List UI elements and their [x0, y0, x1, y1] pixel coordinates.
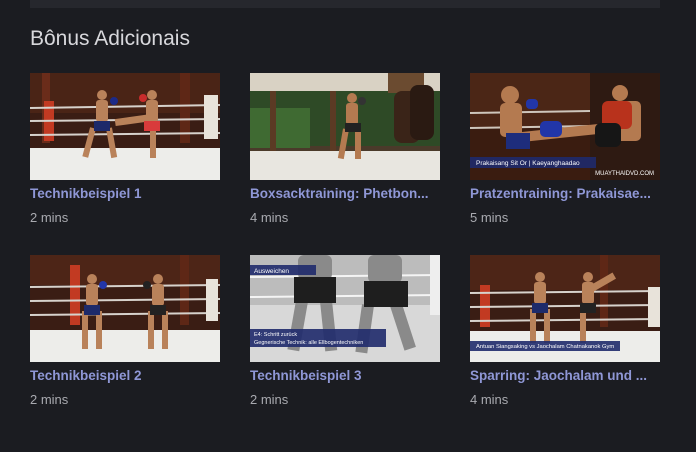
video-duration: 2 mins [30, 210, 69, 225]
caption-overlay: Antuan Siangsaking vs Jaochalam Chatnaka… [476, 344, 614, 350]
video-card[interactable]: Technikbeispiel 1 2 mins [30, 73, 220, 225]
video-thumbnail[interactable]: Ausweichen E4: Schritt zurück Gegnerisch… [250, 255, 440, 362]
thumbnail-heavy-bag [250, 73, 440, 180]
caption-line: E4: Schritt zurück [254, 332, 297, 338]
video-duration: 4 mins [250, 210, 289, 225]
section-title: Bônus Adicionais [30, 27, 190, 50]
video-thumbnail[interactable]: Prakaisang Sit Or | Kaeyanghaadao MUAYTH… [470, 73, 660, 180]
video-thumbnail[interactable] [30, 255, 220, 362]
video-thumbnail[interactable] [250, 73, 440, 180]
video-card[interactable]: Prakaisang Sit Or | Kaeyanghaadao MUAYTH… [470, 73, 660, 225]
video-card[interactable]: Antuan Siangsaking vs Jaochalam Chatnaka… [470, 255, 660, 407]
video-thumbnail[interactable]: Antuan Siangsaking vs Jaochalam Chatnaka… [470, 255, 660, 362]
video-title[interactable]: Sparring: Jaochalam und ... [470, 368, 660, 383]
video-card[interactable]: Technikbeispiel 2 2 mins [30, 255, 220, 407]
video-card[interactable]: Boxsacktraining: Phetbon... 4 mins [250, 73, 440, 225]
video-card[interactable]: Ausweichen E4: Schritt zurück Gegnerisch… [250, 255, 440, 407]
thumbnail-ring-stance [30, 255, 220, 362]
video-title[interactable]: Technikbeispiel 1 [30, 186, 220, 201]
thumbnail-ring-kick [30, 73, 220, 180]
video-duration: 5 mins [470, 210, 509, 225]
video-title[interactable]: Technikbeispiel 2 [30, 368, 220, 383]
thumbnail-bw-closeup: Ausweichen E4: Schritt zurück Gegnerisch… [250, 255, 440, 362]
caption-line: Gegnerische Technik: alle Ellbogentechni… [254, 340, 363, 346]
video-title[interactable]: Boxsacktraining: Phetbon... [250, 186, 440, 201]
watermark-text: MUAYTHAIDVD.COM [595, 171, 654, 177]
video-title[interactable]: Technikbeispiel 3 [250, 368, 440, 383]
video-duration: 2 mins [250, 392, 289, 407]
caption-overlay: Prakaisang Sit Or | Kaeyanghaadao [476, 160, 580, 167]
thumbnail-ring-sparring: Antuan Siangsaking vs Jaochalam Chatnaka… [470, 255, 660, 362]
thumbnail-pads: Prakaisang Sit Or | Kaeyanghaadao MUAYTH… [470, 73, 660, 180]
video-thumbnail[interactable] [30, 73, 220, 180]
top-panel-edge [30, 0, 660, 8]
video-duration: 2 mins [30, 392, 69, 407]
video-duration: 4 mins [470, 392, 509, 407]
label-overlay: Ausweichen [254, 268, 289, 275]
video-title[interactable]: Pratzentraining: Prakaisae... [470, 186, 660, 201]
